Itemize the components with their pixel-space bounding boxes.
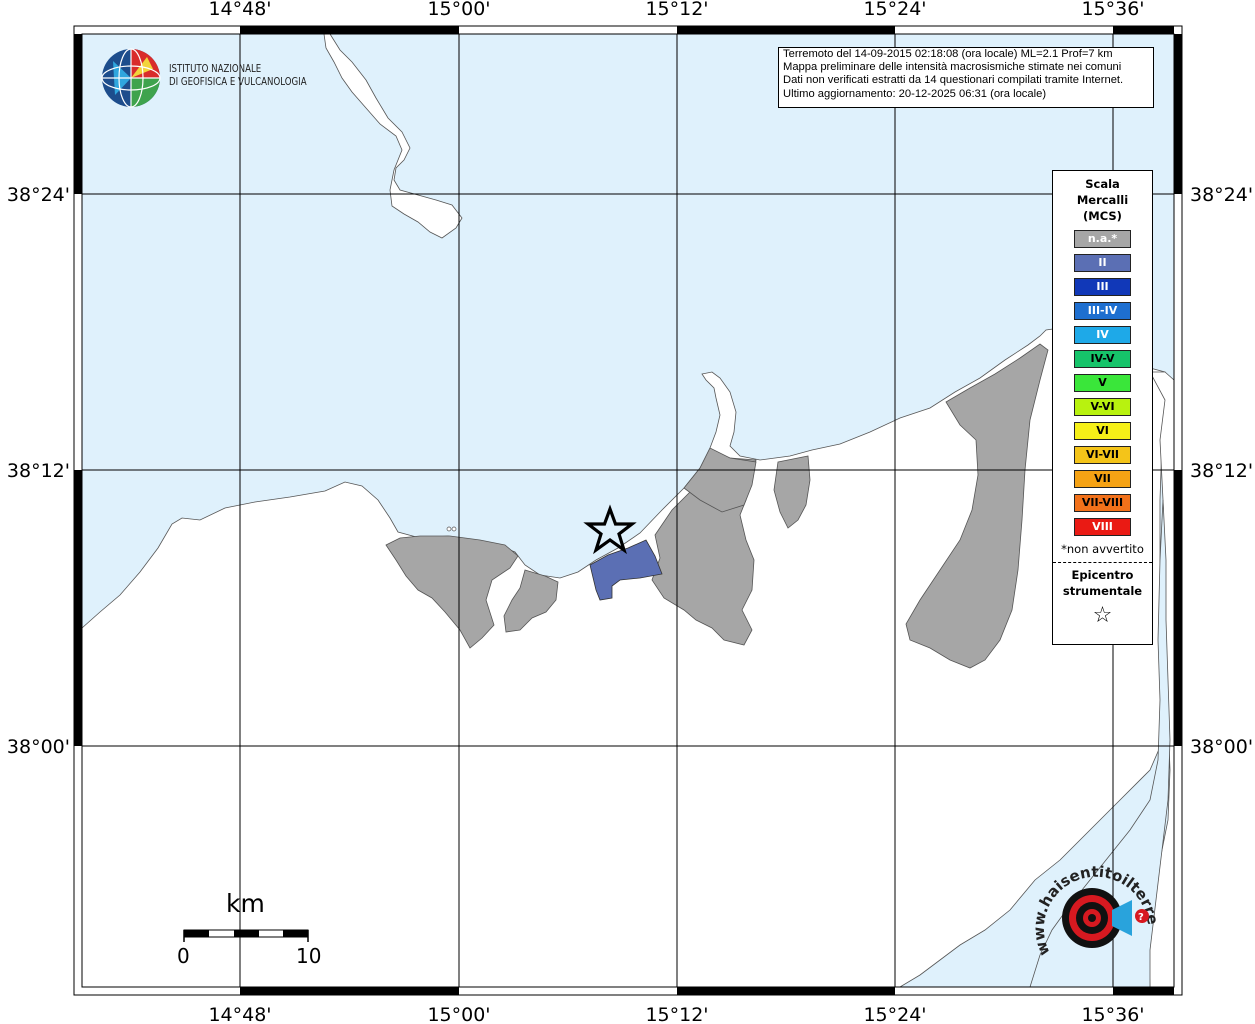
lat-label-right-2: 38°12' [1190,460,1253,482]
event-info-line4: Ultimo aggiornamento: 20-12-2025 06:31 (… [783,87,1047,100]
legend-star-icon: ☆ [1092,603,1113,628]
legend-title-line1: Scala [1085,177,1120,191]
legend-swatch: IV [1074,326,1131,344]
event-info-line1: Terremoto del 14-09-2015 02:18:08 (ora l… [783,48,1113,60]
lon-label-top-4: 15°24' [863,0,926,20]
lon-label-bottom-5: 15°36' [1081,1004,1144,1024]
lat-label-left-2: 38°12' [7,460,70,482]
legend-epicenter-line1: Epicentro [1071,568,1134,582]
legend-title-line3: (MCS) [1083,209,1122,223]
lon-label-top-2: 15°00' [427,0,490,20]
legend-swatch: IV-V [1074,350,1131,368]
legend-swatch: VIII [1074,518,1131,536]
lat-label-left-1: 38°24' [7,184,70,206]
legend-separator [1053,562,1152,563]
legend-swatch: III-IV [1074,302,1131,320]
legend-note: *non avvertito [1061,542,1144,556]
scale-start: 0 [177,944,190,968]
haisentito-logo: www.haisentitoilterremoto.it ? [1022,844,1165,988]
legend-epicenter-title: Epicentro strumentale [1053,567,1152,599]
legend-swatch: VI-VII [1074,446,1131,464]
lon-label-bottom-4: 15°24' [863,1004,926,1024]
islet [446,526,452,532]
legend-swatch: V [1074,374,1131,392]
ingv-name-line1: ISTITUTO NAZIONALE [169,63,262,75]
lon-label-bottom-1: 14°48' [208,1004,271,1024]
intensity-legend: Scala Mercalli (MCS) n.a.* II III III-IV IV I… [1052,170,1153,645]
legend-title: Scala Mercalli (MCS) [1053,176,1152,224]
globe-icon [101,48,161,108]
event-info-line3: Dati non verificati estratti da 14 quest… [783,74,1124,87]
ingv-name: ISTITUTO NAZIONALE DI GEOFISICA E VULCAN… [169,63,307,89]
scale-unit: km [226,889,265,918]
lon-label-top-5: 15°36' [1081,0,1144,20]
svg-text:?: ? [1138,912,1144,923]
lon-label-top-1: 14°48' [208,0,271,20]
legend-swatch: VII-VIII [1074,494,1131,512]
ingv-name-line2: DI GEOFISICA E VULCANOLOGIA [169,76,307,88]
legend-swatch: VI [1074,422,1131,440]
lat-label-right-3: 38°00' [1190,736,1253,758]
lon-label-top-3: 15°12' [645,0,708,20]
legend-swatch: V-VI [1074,398,1131,416]
target-megaphone-icon: www.haisentitoilterremoto.it ? [1022,844,1162,958]
legend-swatch: VII [1074,470,1131,488]
legend-swatch: II [1074,254,1131,272]
scale-end: 10 [296,944,322,968]
event-info-box: Terremoto del 14-09-2015 02:18:08 (ora l… [778,47,1154,108]
lat-label-left-3: 38°00' [7,736,70,758]
legend-epicenter-line2: strumentale [1062,584,1143,598]
legend-title-line2: Mercalli [1076,193,1129,207]
legend-swatch: n.a.* [1074,230,1131,248]
legend-swatches: n.a.* II III III-IV IV IV-V V V-VI VI VI-VII VII VI… [1053,230,1152,536]
lon-label-bottom-3: 15°12' [645,1004,708,1024]
event-info-line2: Mappa preliminare delle intensità macros… [783,61,1122,74]
legend-swatch: III [1074,278,1131,296]
islet [451,526,457,532]
lat-label-right-1: 38°24' [1190,184,1253,206]
lon-label-bottom-2: 15°00' [427,1004,490,1024]
